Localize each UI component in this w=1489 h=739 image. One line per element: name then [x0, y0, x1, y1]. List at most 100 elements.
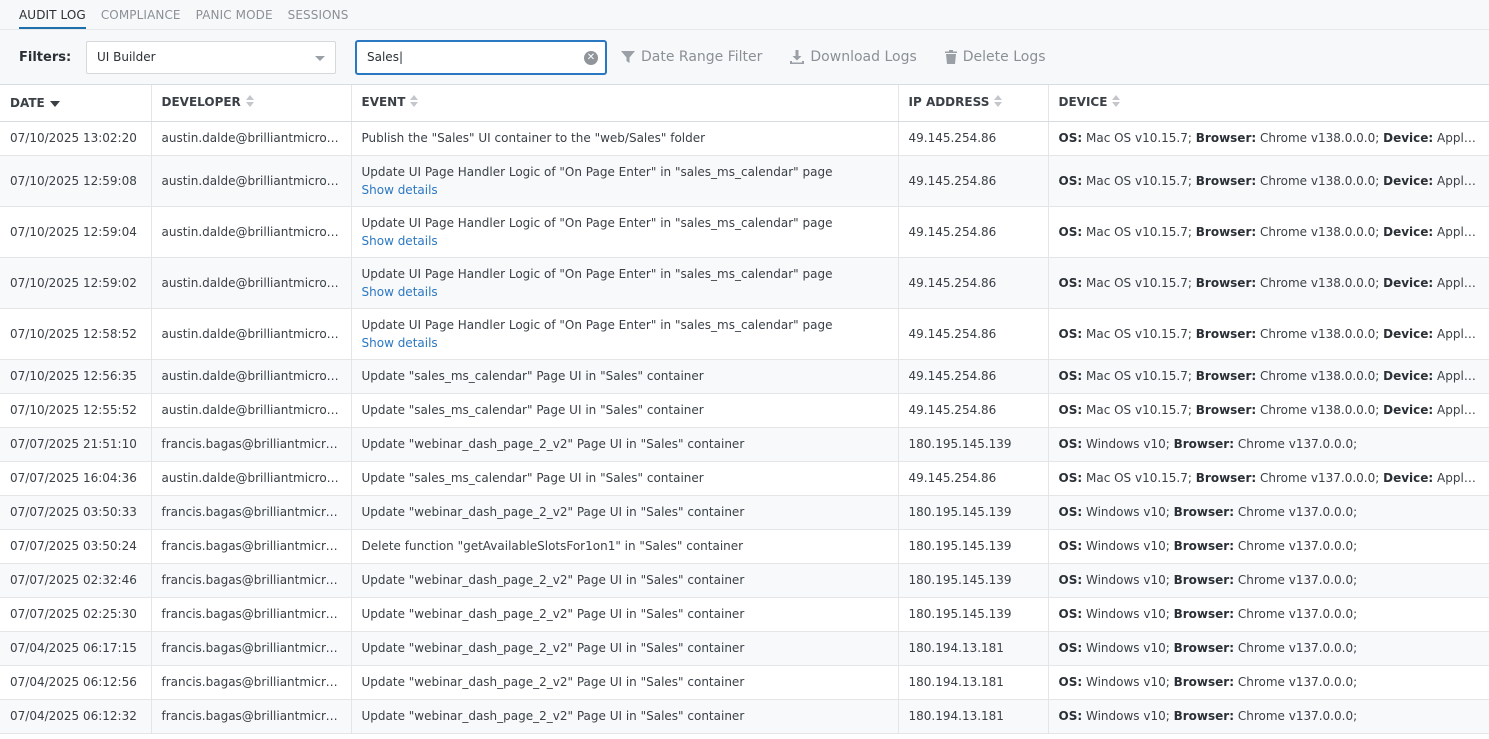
source-select[interactable]: UI Builder: [86, 40, 336, 74]
cell-event: Update "webinar_dash_page_2_v2" Page UI …: [351, 427, 899, 462]
browser-value: Chrome v137.0.0.0;: [1237, 539, 1358, 553]
device-key: Device:: [1383, 403, 1434, 417]
cell-date: 07/04/2025 06:12:32: [0, 699, 152, 734]
cell-developer: austin.dalde@brilliantmicrosc...: [151, 393, 352, 428]
cell-device: OS: Mac OS v10.15.7; Browser: Chrome v13…: [1048, 393, 1489, 428]
cell-event: Update UI Page Handler Logic of "On Page…: [351, 206, 899, 258]
column-header-event[interactable]: EVENT: [351, 85, 899, 122]
table-row[interactable]: 07/07/2025 02:25:30 francis.bagas@brillia…: [0, 597, 1489, 632]
event-text: Update "webinar_dash_page_2_v2" Page UI …: [361, 573, 745, 587]
column-header-device[interactable]: DEVICE: [1048, 85, 1489, 122]
os-value: Windows v10;: [1085, 437, 1170, 451]
event-text: Update UI Page Handler Logic of "On Page…: [361, 164, 833, 179]
browser-value: Chrome v137.0.0.0;: [1237, 675, 1358, 689]
device-key: Device:: [1383, 275, 1434, 290]
event-text: Update "sales_ms_calendar" Page UI in "S…: [361, 403, 704, 417]
trash-icon: [944, 50, 957, 64]
browser-value: Chrome v137.0.0.0;: [1237, 641, 1358, 655]
cell-date: 07/10/2025 12:59:08: [0, 155, 152, 207]
device-key: Device:: [1383, 369, 1434, 383]
os-value: Mac OS v10.15.7;: [1085, 173, 1192, 188]
device-value: Apple Macintosh; Ty: [1437, 131, 1488, 145]
os-key: OS:: [1058, 607, 1083, 621]
browser-value: Chrome v138.0.0.0;: [1260, 275, 1380, 290]
table-body: 07/10/2025 13:02:20 austin.dalde@brillian…: [0, 121, 1489, 734]
cell-date: 07/07/2025 02:32:46: [0, 563, 152, 598]
os-value: Windows v10;: [1085, 505, 1170, 519]
table-row[interactable]: 07/04/2025 06:17:15 francis.bagas@brillia…: [0, 631, 1489, 666]
column-header-developer[interactable]: DEVELOPER: [151, 85, 352, 122]
tab-bar: AUDIT LOG COMPLIANCE PANIC MODE SESSIONS: [0, 0, 1489, 30]
browser-value: Chrome v138.0.0.0;: [1260, 131, 1380, 145]
table-row[interactable]: 07/04/2025 06:12:32 francis.bagas@brillia…: [0, 699, 1489, 734]
table-row[interactable]: 07/07/2025 02:32:46 francis.bagas@brillia…: [0, 563, 1489, 598]
column-header-ip-address[interactable]: IP ADDRESS: [898, 85, 1049, 122]
cell-ip-address: 180.195.145.139: [898, 427, 1049, 462]
search-input[interactable]: Sales| ✕: [355, 39, 607, 75]
browser-key: Browser:: [1173, 539, 1235, 553]
os-key: OS:: [1058, 675, 1083, 689]
event-text: Update "webinar_dash_page_2_v2" Page UI …: [361, 709, 745, 723]
browser-key: Browser:: [1173, 641, 1235, 655]
show-details-link[interactable]: Show details: [362, 234, 888, 248]
tab-audit-log[interactable]: AUDIT LOG: [19, 8, 86, 29]
table-row[interactable]: 07/07/2025 03:50:33 francis.bagas@brillia…: [0, 495, 1489, 530]
clear-icon[interactable]: ✕: [584, 50, 598, 65]
browser-value: Chrome v137.0.0.0;: [1237, 573, 1358, 587]
tab-sessions[interactable]: SESSIONS: [288, 8, 349, 29]
cell-ip-address: 180.195.145.139: [898, 529, 1049, 564]
cell-date: 07/10/2025 12:58:52: [0, 308, 152, 360]
delete-logs-button[interactable]: Delete Logs: [944, 49, 1046, 65]
column-header-date[interactable]: DATE: [0, 85, 152, 122]
table-row[interactable]: 07/10/2025 12:59:04 austin.dalde@brillian…: [0, 206, 1489, 258]
tab-panic-mode[interactable]: PANIC MODE: [196, 8, 273, 29]
browser-key: Browser:: [1195, 369, 1257, 383]
event-text: Update UI Page Handler Logic of "On Page…: [361, 317, 833, 332]
show-details-link[interactable]: Show details: [362, 183, 888, 197]
browser-key: Browser:: [1173, 709, 1235, 723]
cell-date: 07/10/2025 12:56:35: [0, 359, 152, 394]
cell-ip-address: 180.195.145.139: [898, 563, 1049, 598]
os-key: OS:: [1058, 573, 1083, 587]
cell-ip-address: 180.194.13.181: [898, 699, 1049, 734]
cell-date: 07/07/2025 21:51:10: [0, 427, 152, 462]
event-text: Update "webinar_dash_page_2_v2" Page UI …: [361, 437, 745, 451]
cell-event: Update UI Page Handler Logic of "On Page…: [351, 308, 899, 360]
os-key: OS:: [1058, 326, 1083, 341]
download-logs-button[interactable]: Download Logs: [790, 49, 917, 65]
cell-device: OS: Windows v10; Browser: Chrome v137.0.…: [1048, 665, 1489, 700]
table-row[interactable]: 07/10/2025 13:02:20 austin.dalde@brillian…: [0, 121, 1489, 156]
table-row[interactable]: 07/07/2025 03:50:24 francis.bagas@brillia…: [0, 529, 1489, 564]
os-key: OS:: [1058, 709, 1083, 723]
table-row[interactable]: 07/10/2025 12:58:52 austin.dalde@brillian…: [0, 308, 1489, 360]
cell-date: 07/10/2025 13:02:20: [0, 121, 152, 156]
show-details-link[interactable]: Show details: [362, 336, 888, 350]
cell-developer: francis.bagas@brilliantmicrosc...: [151, 563, 352, 598]
os-key: OS:: [1058, 224, 1083, 239]
browser-value: Chrome v137.0.0.0;: [1237, 437, 1358, 451]
event-text: Update UI Page Handler Logic of "On Page…: [361, 215, 833, 230]
cell-ip-address: 49.145.254.86: [898, 359, 1049, 394]
date-range-filter-button[interactable]: Date Range Filter: [621, 49, 762, 65]
cell-ip-address: 49.145.254.86: [898, 121, 1049, 156]
table-row[interactable]: 07/07/2025 16:04:36 austin.dalde@brillian…: [0, 461, 1489, 496]
cell-event: Update "sales_ms_calendar" Page UI in "S…: [351, 359, 899, 394]
cell-event: Update "webinar_dash_page_2_v2" Page UI …: [351, 563, 899, 598]
cell-developer: francis.bagas@brilliantmicrosc...: [151, 427, 352, 462]
browser-key: Browser:: [1173, 573, 1235, 587]
table-row[interactable]: 07/04/2025 06:12:56 francis.bagas@brillia…: [0, 665, 1489, 700]
event-text: Update "sales_ms_calendar" Page UI in "S…: [361, 471, 704, 485]
table-row[interactable]: 07/10/2025 12:59:08 austin.dalde@brillian…: [0, 155, 1489, 207]
os-value: Windows v10;: [1085, 539, 1170, 553]
cell-developer: austin.dalde@brilliantmicrosc...: [151, 461, 352, 496]
table-row[interactable]: 07/07/2025 21:51:10 francis.bagas@brillia…: [0, 427, 1489, 462]
table-row[interactable]: 07/10/2025 12:59:02 austin.dalde@brillian…: [0, 257, 1489, 309]
cell-developer: francis.bagas@brilliantmicrosc...: [151, 665, 352, 700]
download-logs-label: Download Logs: [810, 49, 917, 65]
tab-compliance[interactable]: COMPLIANCE: [101, 8, 181, 29]
table-row[interactable]: 07/10/2025 12:56:35 austin.dalde@brillian…: [0, 359, 1489, 394]
table-row[interactable]: 07/10/2025 12:55:52 austin.dalde@brillian…: [0, 393, 1489, 428]
cell-developer: austin.dalde@brilliantmicrosc...: [151, 155, 352, 207]
show-details-link[interactable]: Show details: [362, 285, 888, 299]
sort-icon: [1112, 95, 1121, 110]
